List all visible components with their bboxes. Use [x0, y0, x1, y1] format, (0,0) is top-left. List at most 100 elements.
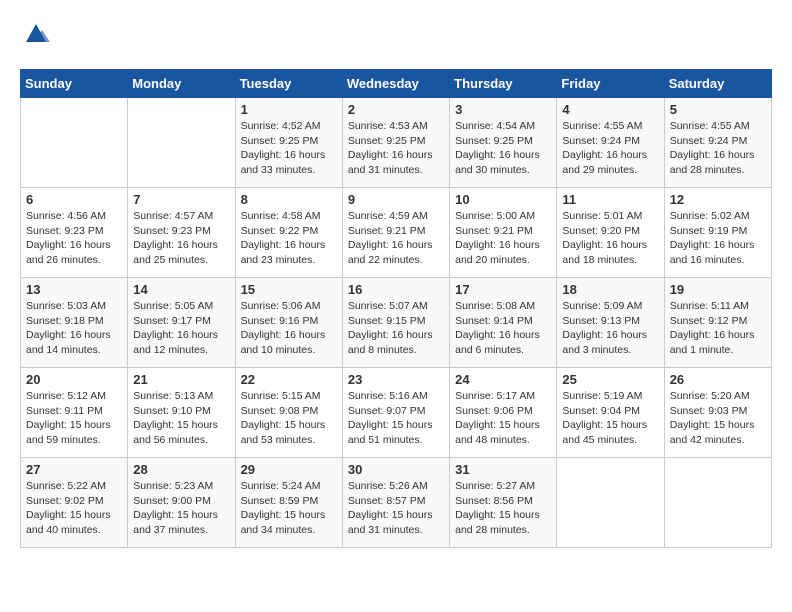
calendar-cell: 3 Sunrise: 4:54 AM Sunset: 9:25 PM Daylig…: [450, 98, 557, 188]
day-info: Sunrise: 5:02 AM Sunset: 9:19 PM Dayligh…: [670, 209, 766, 268]
day-info: Sunrise: 5:05 AM Sunset: 9:17 PM Dayligh…: [133, 299, 229, 358]
day-info: Sunrise: 5:00 AM Sunset: 9:21 PM Dayligh…: [455, 209, 551, 268]
weekday-header: Monday: [128, 70, 235, 98]
day-number: 26: [670, 372, 766, 387]
day-info: Sunrise: 4:57 AM Sunset: 9:23 PM Dayligh…: [133, 209, 229, 268]
calendar-cell: 2 Sunrise: 4:53 AM Sunset: 9:25 PM Daylig…: [342, 98, 449, 188]
calendar-cell: 10 Sunrise: 5:00 AM Sunset: 9:21 PM Dayli…: [450, 188, 557, 278]
day-number: 1: [241, 102, 337, 117]
calendar-cell: 1 Sunrise: 4:52 AM Sunset: 9:25 PM Daylig…: [235, 98, 342, 188]
calendar-cell: 20 Sunrise: 5:12 AM Sunset: 9:11 PM Dayli…: [21, 368, 128, 458]
day-info: Sunrise: 5:11 AM Sunset: 9:12 PM Dayligh…: [670, 299, 766, 358]
calendar-cell: 6 Sunrise: 4:56 AM Sunset: 9:23 PM Daylig…: [21, 188, 128, 278]
day-number: 24: [455, 372, 551, 387]
day-number: 12: [670, 192, 766, 207]
calendar-cell: [21, 98, 128, 188]
day-info: Sunrise: 5:06 AM Sunset: 9:16 PM Dayligh…: [241, 299, 337, 358]
day-info: Sunrise: 5:24 AM Sunset: 8:59 PM Dayligh…: [241, 479, 337, 538]
day-number: 7: [133, 192, 229, 207]
calendar-cell: 27 Sunrise: 5:22 AM Sunset: 9:02 PM Dayli…: [21, 458, 128, 548]
weekday-header: Tuesday: [235, 70, 342, 98]
day-info: Sunrise: 5:01 AM Sunset: 9:20 PM Dayligh…: [562, 209, 658, 268]
day-number: 15: [241, 282, 337, 297]
day-info: Sunrise: 5:17 AM Sunset: 9:06 PM Dayligh…: [455, 389, 551, 448]
day-info: Sunrise: 4:56 AM Sunset: 9:23 PM Dayligh…: [26, 209, 122, 268]
day-number: 29: [241, 462, 337, 477]
day-info: Sunrise: 5:26 AM Sunset: 8:57 PM Dayligh…: [348, 479, 444, 538]
logo: [20, 20, 50, 53]
day-number: 27: [26, 462, 122, 477]
calendar-week-row: 1 Sunrise: 4:52 AM Sunset: 9:25 PM Daylig…: [21, 98, 772, 188]
day-number: 18: [562, 282, 658, 297]
calendar-cell: 21Sunrise: 5:13 AM Sunset: 9:10 PM Dayli…: [128, 368, 235, 458]
day-info: Sunrise: 4:52 AM Sunset: 9:25 PM Dayligh…: [241, 119, 337, 178]
calendar-cell: 13 Sunrise: 5:03 AM Sunset: 9:18 PM Dayli…: [21, 278, 128, 368]
day-info: Sunrise: 5:20 AM Sunset: 9:03 PM Dayligh…: [670, 389, 766, 448]
calendar-cell: 14 Sunrise: 5:05 AM Sunset: 9:17 PM Dayli…: [128, 278, 235, 368]
calendar-cell: 24 Sunrise: 5:17 AM Sunset: 9:06 PM Dayli…: [450, 368, 557, 458]
day-number: 28: [133, 462, 229, 477]
day-info: Sunrise: 5:13 AM Sunset: 9:10 PM Dayligh…: [133, 389, 229, 448]
calendar-cell: 18 Sunrise: 5:09 AM Sunset: 9:13 PM Dayli…: [557, 278, 664, 368]
weekday-header: Thursday: [450, 70, 557, 98]
weekday-header: Sunday: [21, 70, 128, 98]
day-info: Sunrise: 5:16 AM Sunset: 9:07 PM Dayligh…: [348, 389, 444, 448]
day-info: Sunrise: 5:09 AM Sunset: 9:13 PM Dayligh…: [562, 299, 658, 358]
logo-icon: [22, 20, 50, 48]
calendar-cell: 28 Sunrise: 5:23 AM Sunset: 9:00 PM Dayli…: [128, 458, 235, 548]
calendar-cell: 16 Sunrise: 5:07 AM Sunset: 9:15 PM Dayli…: [342, 278, 449, 368]
calendar-cell: 15 Sunrise: 5:06 AM Sunset: 9:16 PM Dayli…: [235, 278, 342, 368]
day-info: Sunrise: 5:07 AM Sunset: 9:15 PM Dayligh…: [348, 299, 444, 358]
calendar-week-row: 27 Sunrise: 5:22 AM Sunset: 9:02 PM Dayli…: [21, 458, 772, 548]
calendar-cell: 26 Sunrise: 5:20 AM Sunset: 9:03 PM Dayli…: [664, 368, 771, 458]
calendar-week-row: 13 Sunrise: 5:03 AM Sunset: 9:18 PM Dayli…: [21, 278, 772, 368]
day-number: 17: [455, 282, 551, 297]
day-number: 13: [26, 282, 122, 297]
day-info: Sunrise: 4:55 AM Sunset: 9:24 PM Dayligh…: [670, 119, 766, 178]
day-number: 2: [348, 102, 444, 117]
day-number: 20: [26, 372, 122, 387]
day-number: 16: [348, 282, 444, 297]
day-info: Sunrise: 4:59 AM Sunset: 9:21 PM Dayligh…: [348, 209, 444, 268]
calendar-cell: [664, 458, 771, 548]
day-number: 5: [670, 102, 766, 117]
calendar-cell: 25Sunrise: 5:19 AM Sunset: 9:04 PM Dayli…: [557, 368, 664, 458]
weekday-header: Saturday: [664, 70, 771, 98]
day-info: Sunrise: 4:53 AM Sunset: 9:25 PM Dayligh…: [348, 119, 444, 178]
calendar-cell: 29 Sunrise: 5:24 AM Sunset: 8:59 PM Dayli…: [235, 458, 342, 548]
calendar-cell: 12 Sunrise: 5:02 AM Sunset: 9:19 PM Dayli…: [664, 188, 771, 278]
calendar-cell: 30Sunrise: 5:26 AM Sunset: 8:57 PM Dayli…: [342, 458, 449, 548]
calendar-cell: 11Sunrise: 5:01 AM Sunset: 9:20 PM Dayli…: [557, 188, 664, 278]
day-number: 14: [133, 282, 229, 297]
calendar-cell: [557, 458, 664, 548]
day-info: Sunrise: 5:15 AM Sunset: 9:08 PM Dayligh…: [241, 389, 337, 448]
calendar-cell: 4Sunrise: 4:55 AM Sunset: 9:24 PM Daylig…: [557, 98, 664, 188]
day-number: 3: [455, 102, 551, 117]
calendar-week-row: 6 Sunrise: 4:56 AM Sunset: 9:23 PM Daylig…: [21, 188, 772, 278]
day-number: 9: [348, 192, 444, 207]
calendar-cell: 9 Sunrise: 4:59 AM Sunset: 9:21 PM Daylig…: [342, 188, 449, 278]
day-info: Sunrise: 4:55 AM Sunset: 9:24 PM Dayligh…: [562, 119, 658, 178]
day-info: Sunrise: 5:23 AM Sunset: 9:00 PM Dayligh…: [133, 479, 229, 538]
day-info: Sunrise: 4:54 AM Sunset: 9:25 PM Dayligh…: [455, 119, 551, 178]
day-number: 23: [348, 372, 444, 387]
calendar-cell: 23 Sunrise: 5:16 AM Sunset: 9:07 PM Dayli…: [342, 368, 449, 458]
calendar-cell: 8Sunrise: 4:58 AM Sunset: 9:22 PM Daylig…: [235, 188, 342, 278]
day-number: 10: [455, 192, 551, 207]
weekday-header: Friday: [557, 70, 664, 98]
calendar-cell: 22 Sunrise: 5:15 AM Sunset: 9:08 PM Dayli…: [235, 368, 342, 458]
day-info: Sunrise: 5:12 AM Sunset: 9:11 PM Dayligh…: [26, 389, 122, 448]
calendar-cell: 5 Sunrise: 4:55 AM Sunset: 9:24 PM Daylig…: [664, 98, 771, 188]
day-info: Sunrise: 5:27 AM Sunset: 8:56 PM Dayligh…: [455, 479, 551, 538]
day-number: 19: [670, 282, 766, 297]
calendar-cell: 19 Sunrise: 5:11 AM Sunset: 9:12 PM Dayli…: [664, 278, 771, 368]
day-number: 8: [241, 192, 337, 207]
day-number: 22: [241, 372, 337, 387]
page-header: [20, 20, 772, 53]
calendar-cell: 7 Sunrise: 4:57 AM Sunset: 9:23 PM Daylig…: [128, 188, 235, 278]
day-info: Sunrise: 5:22 AM Sunset: 9:02 PM Dayligh…: [26, 479, 122, 538]
day-info: Sunrise: 5:19 AM Sunset: 9:04 PM Dayligh…: [562, 389, 658, 448]
day-info: Sunrise: 5:03 AM Sunset: 9:18 PM Dayligh…: [26, 299, 122, 358]
day-number: 6: [26, 192, 122, 207]
calendar-week-row: 20 Sunrise: 5:12 AM Sunset: 9:11 PM Dayli…: [21, 368, 772, 458]
